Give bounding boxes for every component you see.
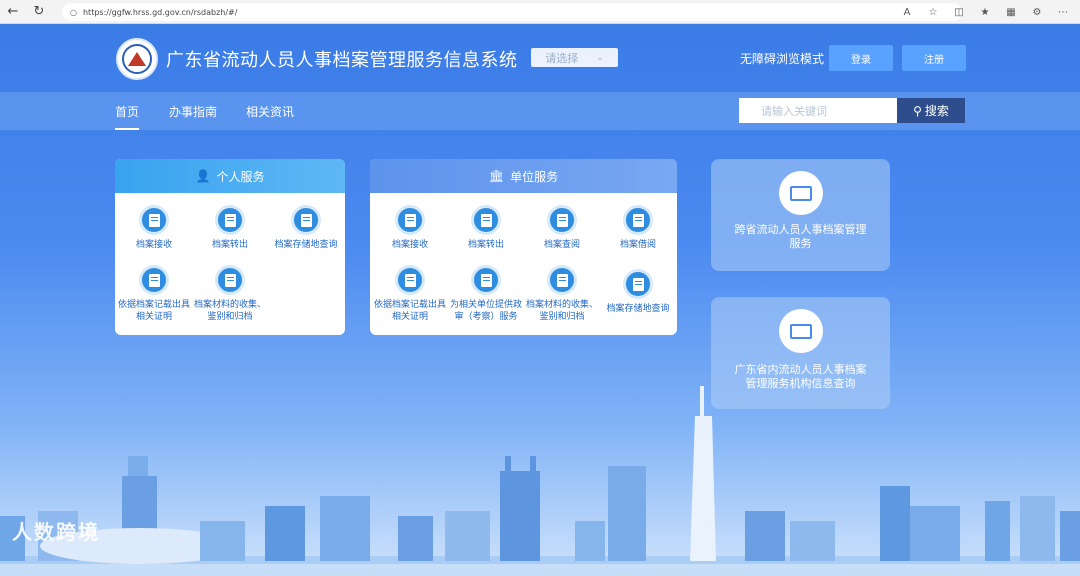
certificate-icon — [395, 265, 425, 295]
service-label: 依据档案记载出具相关证明 — [117, 300, 190, 322]
region-select[interactable]: 请选择 ⌄ — [531, 48, 618, 67]
accessibility-mode-link[interactable]: 无障碍浏览模式 — [740, 50, 824, 67]
cross-province-panel[interactable]: 跨省流动人员人事档案管理服务 — [711, 159, 890, 271]
unit-services-header: 🏛 单位服务 — [370, 159, 677, 193]
search-button[interactable]: ⚲ 搜索 — [897, 98, 965, 123]
collections-icon[interactable]: ▦ — [998, 7, 1024, 18]
service-item[interactable]: 依据档案记载出具相关证明 — [116, 265, 192, 323]
unit-services-card: 🏛 单位服务 档案接收 档案转出 档案查阅 档案借阅 依据档案记载出具相关证明 … — [370, 159, 677, 335]
chevron-down-icon: ⌄ — [596, 52, 604, 63]
unit-services-title: 单位服务 — [510, 169, 559, 184]
cross-province-label: 跨省流动人员人事档案管理服务 — [734, 223, 867, 250]
document-search-icon — [778, 309, 823, 353]
site-header: 广东省流动人员人事档案管理服务信息系统 请选择 ⌄ 无障碍浏览模式 登录 注册 — [0, 24, 1080, 92]
nav-home[interactable]: 首页 — [115, 103, 140, 130]
url-text: https://ggfw.hrss.gd.gov.cn/rsdabzh/#/ — [82, 7, 238, 17]
back-icon[interactable]: ← — [0, 0, 26, 24]
file-receive-icon — [139, 205, 169, 235]
service-item[interactable]: 档案接收 — [372, 205, 448, 251]
browser-toolbar: ← ↻ ○ https://ggfw.hrss.gd.gov.cn/rsdabz… — [0, 0, 1080, 24]
login-button[interactable]: 登录 — [829, 45, 893, 71]
file-transfer-icon — [471, 205, 501, 235]
building-icon: 🏛 — [488, 169, 505, 183]
service-label: 档案接收 — [135, 240, 172, 250]
search-icon: ⚲ — [913, 103, 922, 118]
service-label: 档案借阅 — [619, 240, 656, 250]
service-label: 档案存储地查询 — [606, 304, 670, 314]
service-item[interactable]: 档案接收 — [116, 205, 192, 251]
service-item[interactable]: 依据档案记载出具相关证明 — [372, 265, 448, 323]
read-aloud-icon[interactable]: A — [894, 7, 920, 18]
personal-services-title: 个人服务 — [216, 169, 265, 184]
file-receive-icon — [395, 205, 425, 235]
service-label: 档案转出 — [467, 240, 504, 250]
service-label: 档案材料的收集、鉴别和归档 — [525, 300, 598, 322]
emblem-icon — [122, 44, 152, 74]
page: 广东省流动人员人事档案管理服务信息系统 请选择 ⌄ 无障碍浏览模式 登录 注册 … — [0, 24, 1080, 576]
id-card-icon — [778, 171, 823, 215]
search-input[interactable]: 请输入关键词 — [739, 98, 897, 123]
main-nav: 首页 办事指南 相关资讯 请输入关键词 ⚲ 搜索 — [0, 92, 1080, 130]
site-logo[interactable] — [116, 38, 158, 80]
service-item[interactable]: 档案存储地查询 — [600, 269, 676, 315]
extensions-icon[interactable]: ⚙ — [1024, 7, 1050, 18]
certificate-icon — [139, 265, 169, 295]
address-bar[interactable]: ○ https://ggfw.hrss.gd.gov.cn/rsdabzh/#/ — [62, 3, 962, 21]
service-item[interactable]: 档案材料的收集、鉴别和归档 — [192, 265, 268, 323]
site-title: 广东省流动人员人事档案管理服务信息系统 — [166, 50, 518, 71]
nav-news[interactable]: 相关资讯 — [246, 103, 294, 120]
split-screen-icon[interactable]: ◫ — [946, 7, 972, 18]
service-item[interactable]: 档案转出 — [192, 205, 268, 251]
lock-icon: ○ — [70, 7, 77, 17]
favorite-star-icon[interactable]: ☆ — [920, 7, 946, 18]
file-borrow-icon — [623, 205, 653, 235]
personal-services-header: 👤 个人服务 — [115, 159, 345, 193]
service-label: 依据档案记载出具相关证明 — [373, 300, 446, 322]
service-item[interactable]: 档案材料的收集、鉴别和归档 — [524, 265, 600, 323]
review-icon — [471, 265, 501, 295]
nav-guide[interactable]: 办事指南 — [169, 103, 217, 120]
service-label: 档案转出 — [211, 240, 248, 250]
service-label: 档案接收 — [391, 240, 428, 250]
watermark-text: 人数跨境 — [12, 520, 100, 544]
search-button-label: 搜索 — [924, 104, 949, 118]
file-search-icon — [291, 205, 321, 235]
more-icon[interactable]: ⋯ — [1050, 7, 1076, 18]
service-item[interactable]: 档案查阅 — [524, 205, 600, 251]
service-label: 为相关单位提供政审（考察）服务 — [449, 300, 522, 322]
reload-icon[interactable]: ↻ — [26, 0, 52, 24]
favorites-icon[interactable]: ★ — [972, 7, 998, 18]
city-skyline-illustration — [0, 386, 1080, 576]
archive-icon — [215, 265, 245, 295]
service-item[interactable]: 档案存储地查询 — [268, 205, 344, 251]
service-item[interactable]: 档案转出 — [448, 205, 524, 251]
service-label: 档案材料的收集、鉴别和归档 — [193, 300, 266, 322]
service-label: 档案查阅 — [543, 240, 580, 250]
service-label: 档案存储地查询 — [274, 240, 338, 250]
service-item[interactable]: 档案借阅 — [600, 205, 676, 251]
register-button[interactable]: 注册 — [902, 45, 966, 71]
archive-icon — [547, 265, 577, 295]
file-search-icon — [623, 269, 653, 299]
personal-services-card: 👤 个人服务 档案接收 档案转出 档案存储地查询 依据档案记载出具相关证明 档案… — [115, 159, 345, 335]
service-item[interactable]: 为相关单位提供政审（考察）服务 — [448, 265, 524, 323]
user-icon: 👤 — [195, 169, 211, 183]
book-icon — [547, 205, 577, 235]
region-select-placeholder: 请选择 — [545, 51, 579, 65]
file-transfer-icon — [215, 205, 245, 235]
